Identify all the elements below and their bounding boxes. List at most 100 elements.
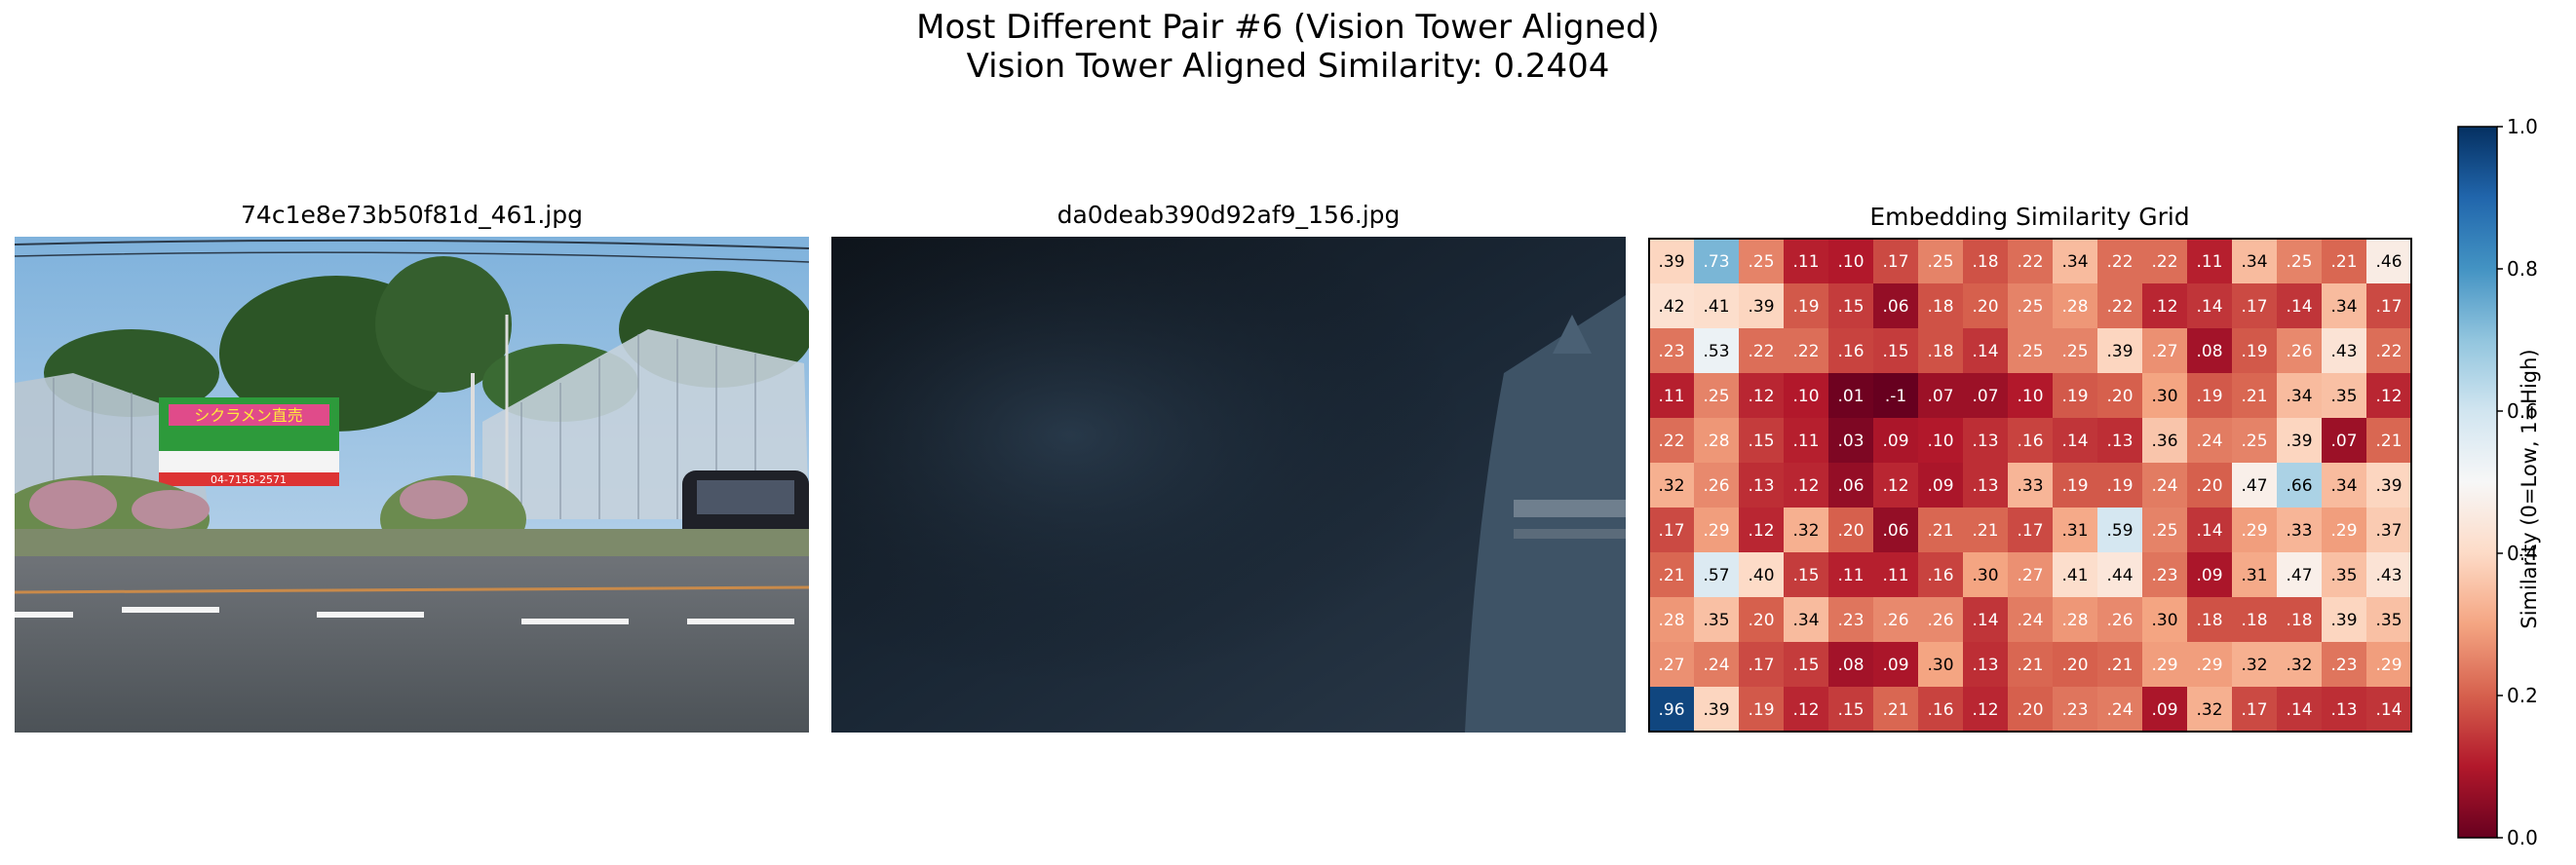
colorbar-tick-label: 0.6 — [2507, 399, 2538, 423]
heatmap-cell-label: .44 — [2106, 566, 2133, 585]
heatmap-cell-label: .11 — [1792, 432, 1819, 451]
heatmap-cell-label: .35 — [2375, 611, 2402, 630]
heatmap-cell-label: .25 — [2017, 342, 2043, 361]
heatmap-cell-label: .41 — [1703, 297, 1729, 317]
heatmap-cell-label: .03 — [1837, 432, 1864, 451]
heatmap-cell-label: .41 — [2061, 566, 2088, 585]
heatmap-cell-label: .06 — [1882, 297, 1908, 317]
colorbar-gradient — [2457, 126, 2498, 839]
heatmap-cell-label: .39 — [2106, 342, 2133, 361]
heatmap-cell-label: .37 — [2375, 521, 2402, 541]
greenhouse-street-photo: シクラメン直売 04-7158-2571 — [15, 237, 809, 733]
heatmap-cell-label: .59 — [2106, 521, 2133, 541]
heatmap-cell-label: .14 — [2286, 297, 2312, 317]
heatmap-cell-label: .47 — [2286, 566, 2312, 585]
dark-car-window-photo — [831, 237, 1626, 733]
figure-title-line2: Vision Tower Aligned Similarity: 0.2404 — [966, 47, 1610, 86]
heatmap-cell-label: .14 — [2061, 432, 2088, 451]
heatmap-cell-label: .09 — [1882, 432, 1908, 451]
heatmap-cell-label: .25 — [1703, 387, 1729, 406]
similarity-heatmap: .39 .73 .25 .11 .10 .17 .25 .18 .22 .34 .22 .22 .11.… — [1648, 238, 2412, 733]
heatmap-cell-label: .14 — [2196, 297, 2222, 317]
heatmap-cell-label: .34 — [2241, 252, 2267, 272]
heatmap-cell-label: .19 — [2241, 342, 2267, 361]
heatmap-cell-label: .34 — [2286, 387, 2312, 406]
heatmap-cell-label: .15 — [1748, 432, 1774, 451]
heatmap-cell-label: .36 — [2151, 432, 2177, 451]
heatmap-cell-label: .21 — [1658, 566, 1684, 585]
heatmap-cell-label: .25 — [2241, 432, 2267, 451]
heatmap-cell-label: .14 — [1972, 342, 1998, 361]
heatmap-cell-label: .13 — [2106, 432, 2133, 451]
heatmap-cell-label: .25 — [2286, 252, 2312, 272]
heatmap-cell-label: .40 — [1748, 566, 1774, 585]
heatmap-cell-label: .32 — [2196, 700, 2222, 720]
heatmap-cell-label: .18 — [2241, 611, 2267, 630]
heatmap-cell-label: .22 — [1658, 432, 1684, 451]
heatmap-cell-label: .26 — [1882, 611, 1908, 630]
heatmap-cell-label: .30 — [2151, 387, 2177, 406]
heatmap-cell-label: .28 — [1703, 432, 1729, 451]
heatmap-cell-label: .09 — [2151, 700, 2177, 720]
heatmap-cell-label: .19 — [2106, 476, 2133, 496]
middle-image-title: da0deab390d92af9_156.jpg — [1057, 201, 1401, 229]
heatmap-cell-label: .21 — [2017, 656, 2043, 675]
heatmap-cell-label: .20 — [1748, 611, 1774, 630]
heatmap-cell-label: .23 — [2330, 656, 2357, 675]
heatmap-cell-label: .24 — [2106, 700, 2133, 720]
heatmap-cell-label: .20 — [2017, 700, 2043, 720]
heatmap-cell-label: .39 — [1658, 252, 1684, 272]
heatmap-cell-label: .28 — [1658, 611, 1684, 630]
heatmap-cell-label: .19 — [1748, 700, 1774, 720]
heatmap-cell-label: .12 — [1792, 700, 1819, 720]
heatmap-cell-label: .20 — [2196, 476, 2222, 496]
heatmap-cell-label: .16 — [1927, 700, 1953, 720]
heatmap-cell-label: .20 — [1837, 521, 1864, 541]
heatmap-cell-label: .33 — [2017, 476, 2043, 496]
colorbar-tick-label: 0.8 — [2507, 257, 2538, 281]
heatmap-cell-label: .-1 — [1885, 387, 1906, 406]
heatmap-cell-label: .15 — [1792, 656, 1819, 675]
heatmap-cell-label: .18 — [2286, 611, 2312, 630]
heatmap-cell-label: .31 — [2061, 521, 2088, 541]
heatmap-cell-label: .22 — [2017, 252, 2043, 272]
colorbar — [2457, 126, 2503, 839]
heatmap-cell-label: .09 — [1927, 476, 1953, 496]
heatmap-cell-label: .15 — [1837, 700, 1864, 720]
greenhouse-sign-phone: 04-7158-2571 — [211, 473, 287, 486]
heatmap-cell-label: .21 — [1972, 521, 1998, 541]
heatmap-cell-label: .11 — [1837, 566, 1864, 585]
heatmap-cell-label: .12 — [1792, 476, 1819, 496]
heatmap-cell-label: .25 — [1927, 252, 1953, 272]
left-image-title: 74c1e8e73b50f81d_461.jpg — [241, 201, 583, 229]
heatmap-cell-label: .32 — [1658, 476, 1684, 496]
heatmap-cell-label: .34 — [2061, 252, 2088, 272]
heatmap-cell-label: .47 — [2241, 476, 2267, 496]
greenhouse-sign-text: シクラメン直売 — [194, 406, 303, 425]
heatmap-cell-label: .31 — [2241, 566, 2267, 585]
heatmap-cell-label: .43 — [2375, 566, 2402, 585]
heatmap-cell-label: .35 — [2330, 566, 2357, 585]
heatmap-cell-label: .27 — [2151, 342, 2177, 361]
heatmap-cell-label: .29 — [2330, 521, 2357, 541]
heatmap-cell-label: .10 — [1927, 432, 1953, 451]
heatmap-cell-label: .18 — [2196, 611, 2222, 630]
heatmap-cell-label: .33 — [2286, 521, 2312, 541]
heatmap-cell-label: .13 — [1972, 476, 1998, 496]
heatmap-cell-label: .17 — [2241, 700, 2267, 720]
heatmap-cell-label: .39 — [1703, 700, 1729, 720]
heatmap-cell-label: .39 — [2330, 611, 2357, 630]
heatmap-cell-label: .24 — [2017, 611, 2043, 630]
heatmap-cell-label: .39 — [1748, 297, 1774, 317]
heatmap-cell-label: .14 — [2196, 521, 2222, 541]
heatmap-cell-label: .13 — [1748, 476, 1774, 496]
heatmap-cell-label: .21 — [2375, 432, 2402, 451]
heatmap-cell-label: .09 — [2196, 566, 2222, 585]
heatmap-cell-label: .29 — [2241, 521, 2267, 541]
heatmap-cell-label: .22 — [2106, 297, 2133, 317]
heatmap-cell-label: .17 — [1658, 521, 1684, 541]
heatmap-cell-label: .46 — [2375, 252, 2402, 272]
heatmap-cell-label: .22 — [2375, 342, 2402, 361]
heatmap-cell-label: .34 — [2330, 476, 2357, 496]
heatmap-cell-label: .29 — [2196, 656, 2222, 675]
